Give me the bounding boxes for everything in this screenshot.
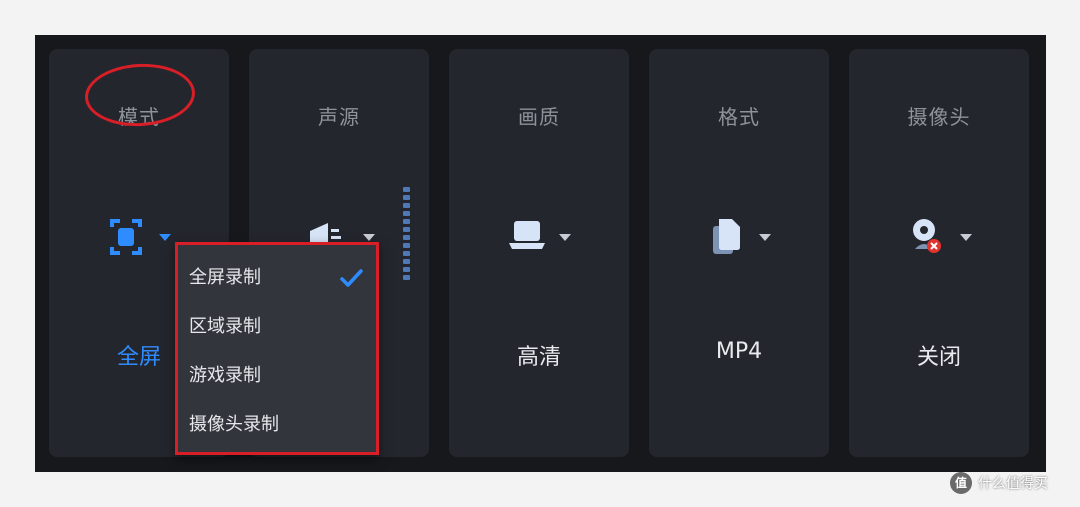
- chevron-down-icon: [759, 234, 771, 241]
- chevron-down-icon: [159, 234, 171, 241]
- menu-item-region[interactable]: 区域录制: [189, 309, 366, 345]
- menu-item-camera[interactable]: 摄像头录制: [189, 407, 366, 443]
- level-meter-segment: [403, 187, 410, 192]
- format-card[interactable]: 格式 MP4: [649, 49, 829, 457]
- audio-level-meter: [403, 187, 411, 283]
- chevron-down-icon: [559, 234, 571, 241]
- mode-dropdown-menu: 全屏录制 区域录制 游戏录制 摄像头录制: [175, 242, 379, 455]
- quality-card[interactable]: 画质 高清: [449, 49, 629, 457]
- menu-item-label: 区域录制: [189, 316, 261, 337]
- level-meter-segment: [403, 259, 410, 264]
- level-meter-segment: [403, 195, 410, 200]
- quality-value: 高清: [516, 345, 561, 370]
- quality-title: 画质: [518, 105, 560, 129]
- format-value: MP4: [715, 339, 763, 364]
- menu-item-label: 全屏录制: [189, 267, 261, 288]
- level-meter-segment: [403, 203, 410, 208]
- menu-item-fullscreen[interactable]: 全屏录制: [189, 260, 366, 296]
- watermark-text: 什么值得买: [978, 476, 1048, 492]
- menu-item-game[interactable]: 游戏录制: [189, 358, 366, 394]
- chevron-down-icon: [363, 234, 375, 241]
- format-title: 格式: [718, 105, 760, 129]
- level-meter-segment: [403, 267, 410, 272]
- level-meter-segment: [403, 211, 410, 216]
- level-meter-segment: [403, 219, 410, 224]
- watermark-logo: 值: [950, 472, 972, 494]
- level-meter-segment: [403, 243, 410, 248]
- level-meter-segment: [403, 251, 410, 256]
- camera-selector[interactable]: [904, 215, 974, 259]
- format-selector[interactable]: [704, 215, 774, 259]
- camera-title: 摄像头: [907, 105, 971, 129]
- mode-selector[interactable]: [104, 215, 174, 259]
- chevron-down-icon: [960, 234, 972, 241]
- audio-title: 声源: [318, 105, 360, 129]
- menu-item-label: 摄像头录制: [189, 414, 279, 435]
- mode-title: 模式: [118, 105, 160, 129]
- level-meter-segment: [403, 275, 410, 280]
- quality-selector[interactable]: [504, 215, 574, 259]
- level-meter-segment: [403, 235, 410, 240]
- menu-item-label: 游戏录制: [189, 365, 261, 386]
- level-meter-segment: [403, 227, 410, 232]
- checkmark-icon: [340, 269, 363, 287]
- camera-card[interactable]: 摄像头 关闭: [849, 49, 1029, 457]
- camera-value: 关闭: [916, 345, 961, 370]
